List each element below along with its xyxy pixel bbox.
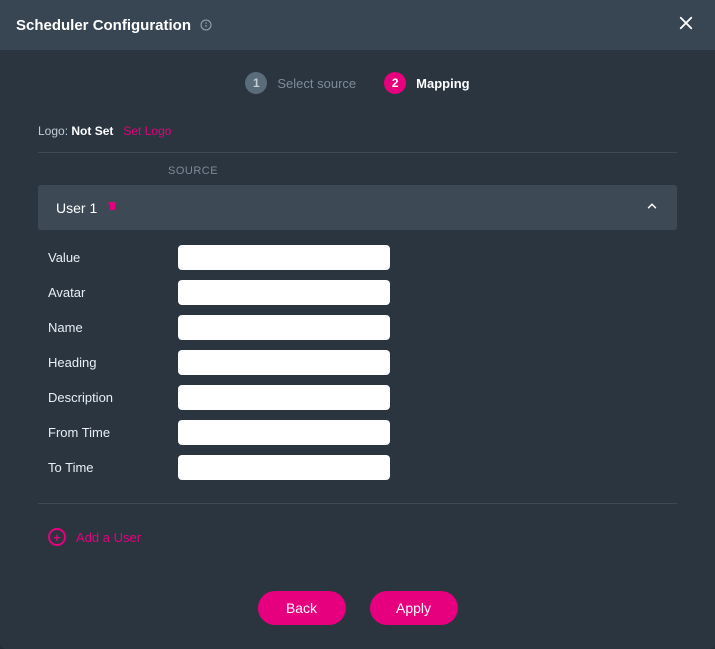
input-from-time[interactable] — [178, 420, 390, 445]
step-mapping[interactable]: 2 Mapping — [384, 72, 469, 94]
step-label-2: Mapping — [416, 76, 469, 91]
step-select-source[interactable]: 1 Select source — [245, 72, 356, 94]
label-description: Description — [48, 390, 178, 405]
logo-label: Logo: Not Set — [38, 124, 113, 138]
plus-circle-icon: + — [48, 528, 66, 546]
form-row-heading: Heading — [38, 345, 677, 380]
modal-title: Scheduler Configuration — [16, 17, 191, 34]
accordion-title-wrap: User 1 — [56, 200, 118, 216]
modal-header: Scheduler Configuration — [0, 0, 715, 50]
form-row-name: Name — [38, 310, 677, 345]
modal-content: Logo: Not Set Set Logo SOURCE User 1 — [0, 124, 715, 573]
scheduler-config-modal: Scheduler Configuration 1 Select source … — [0, 0, 715, 649]
label-avatar: Avatar — [48, 285, 178, 300]
step-number-2: 2 — [384, 72, 406, 94]
add-user-button[interactable]: + Add a User — [38, 504, 677, 570]
label-name: Name — [48, 320, 178, 335]
stepper: 1 Select source 2 Mapping — [0, 50, 715, 124]
add-user-label: Add a User — [76, 530, 141, 545]
chevron-up-icon — [645, 199, 659, 216]
label-from-time: From Time — [48, 425, 178, 440]
user-accordion-header[interactable]: User 1 — [38, 185, 677, 230]
label-to-time: To Time — [48, 460, 178, 475]
step-label-1: Select source — [277, 76, 356, 91]
modal-title-wrap: Scheduler Configuration — [16, 17, 213, 34]
input-value[interactable] — [178, 245, 390, 270]
set-logo-link[interactable]: Set Logo — [123, 124, 171, 138]
back-button[interactable]: Back — [258, 591, 346, 625]
form-row-value: Value — [38, 240, 677, 275]
form-row-from-time: From Time — [38, 415, 677, 450]
input-name[interactable] — [178, 315, 390, 340]
modal-footer: Back Apply — [0, 573, 715, 649]
accordion-title: User 1 — [56, 200, 97, 216]
info-icon[interactable] — [199, 18, 213, 32]
logo-row: Logo: Not Set Set Logo — [38, 124, 677, 153]
form-row-avatar: Avatar — [38, 275, 677, 310]
label-value: Value — [48, 250, 178, 265]
source-column-header: SOURCE — [38, 153, 677, 185]
accordion-body: Value Avatar Name Heading Description Fr… — [38, 230, 677, 495]
form-row-description: Description — [38, 380, 677, 415]
logo-value: Not Set — [71, 124, 113, 138]
input-to-time[interactable] — [178, 455, 390, 480]
label-heading: Heading — [48, 355, 178, 370]
apply-button[interactable]: Apply — [370, 591, 458, 625]
input-description[interactable] — [178, 385, 390, 410]
input-heading[interactable] — [178, 350, 390, 375]
close-icon[interactable] — [673, 10, 699, 40]
step-number-1: 1 — [245, 72, 267, 94]
input-avatar[interactable] — [178, 280, 390, 305]
trash-icon[interactable] — [107, 200, 118, 215]
form-row-to-time: To Time — [38, 450, 677, 485]
